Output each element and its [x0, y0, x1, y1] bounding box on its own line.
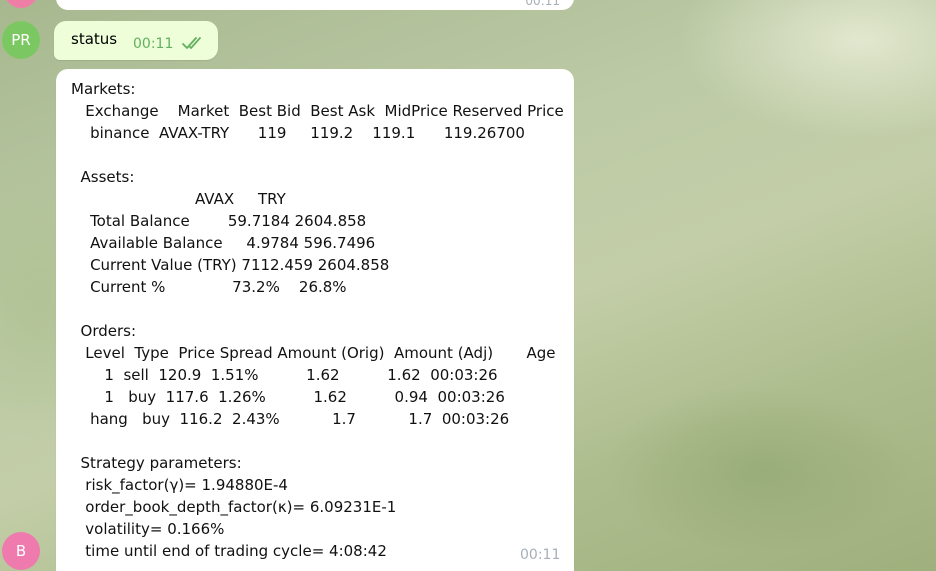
incoming-message-time: 00:11: [520, 547, 561, 563]
outgoing-message-time: 00:11: [133, 36, 174, 52]
user-avatar[interactable]: PR: [2, 21, 40, 59]
previous-avatar[interactable]: [4, 0, 38, 8]
incoming-message-bubble: Markets: Exchange Market Best Bid Best A…: [56, 69, 574, 571]
bot-avatar[interactable]: B: [2, 532, 40, 570]
double-check-icon: [182, 37, 201, 49]
outgoing-message-bubble: status 00:11: [54, 21, 218, 60]
incoming-message-text: Markets: Exchange Market Best Bid Best A…: [71, 80, 564, 560]
previous-message-time: 00:11: [525, 0, 560, 8]
previous-message-bubble: 00:11: [56, 0, 574, 10]
outgoing-message-text: status: [71, 30, 118, 48]
